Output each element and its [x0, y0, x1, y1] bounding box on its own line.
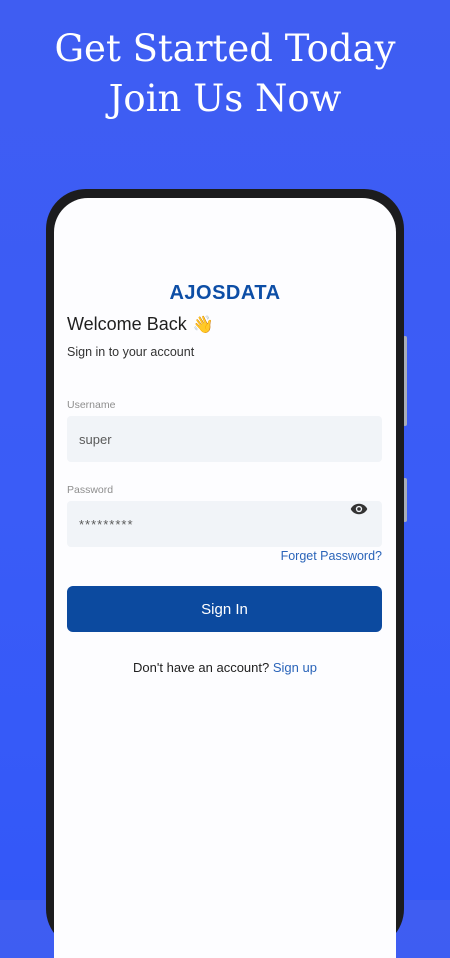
- eye-icon[interactable]: [350, 503, 368, 515]
- signup-row: Don't have an account? Sign up: [54, 660, 396, 675]
- welcome-heading: Welcome Back 👋: [67, 314, 214, 335]
- password-label: Password: [67, 484, 114, 496]
- welcome-text: Welcome Back: [67, 314, 187, 334]
- phone-frame: AJOSDATA Welcome Back 👋 Sign in to your …: [46, 189, 404, 958]
- forgot-password-link[interactable]: Forget Password?: [281, 549, 382, 563]
- signup-prompt: Don't have an account?: [133, 660, 270, 675]
- login-screen: AJOSDATA Welcome Back 👋 Sign in to your …: [54, 198, 396, 958]
- promo-line-1: Get Started Today: [54, 27, 396, 70]
- promo-line-2: Join Us Now: [108, 77, 342, 120]
- username-label: Username: [67, 399, 116, 411]
- promo-headline: Get Started Today Join Us Now: [0, 24, 450, 124]
- sign-up-link[interactable]: Sign up: [273, 660, 317, 675]
- sign-in-button[interactable]: Sign In: [67, 586, 382, 632]
- signin-subtitle: Sign in to your account: [67, 345, 195, 359]
- password-input[interactable]: [67, 501, 382, 547]
- username-input[interactable]: [67, 416, 382, 462]
- app-brand: AJOSDATA: [169, 282, 281, 304]
- waving-hand-icon: 👋: [192, 314, 214, 334]
